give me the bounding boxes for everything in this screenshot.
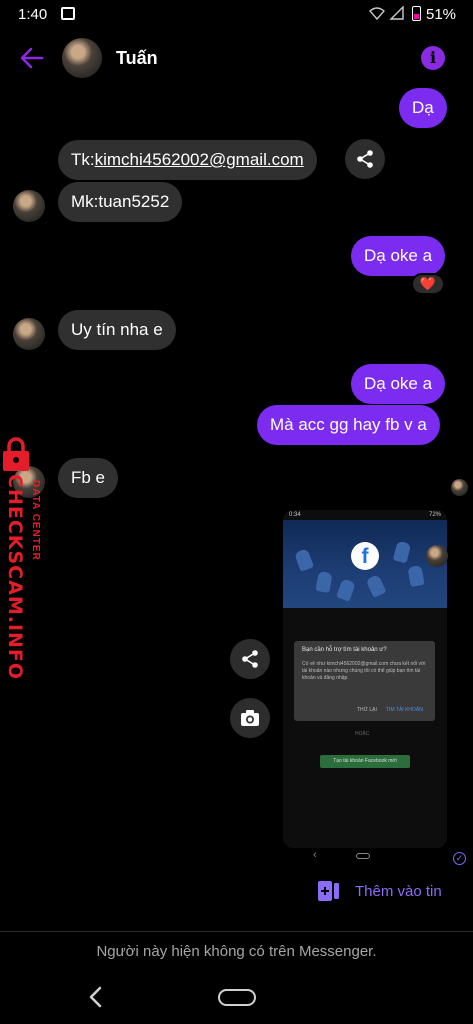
message-outgoing[interactable]: Mà acc gg hay fb v a <box>257 405 440 445</box>
message-text: Dạ <box>412 98 434 117</box>
camera-button[interactable] <box>230 698 270 738</box>
unavailable-notice: Người này hiện không có trên Messenger. <box>96 943 377 960</box>
lock-icon <box>3 437 29 471</box>
wifi-icon <box>369 7 385 20</box>
image-time: 0:34 <box>289 512 301 518</box>
sender-avatar[interactable] <box>13 190 45 222</box>
avatar-image-overlay <box>426 545 448 567</box>
share-button[interactable] <box>345 139 385 179</box>
dialog-find-account: TÌM TÀI KHOẢN <box>386 707 423 713</box>
image-battery: 72% <box>428 512 441 518</box>
message-text: Mà acc gg hay fb v a <box>270 415 427 434</box>
status-time: 1:40 <box>18 6 48 23</box>
find-account-dialog: Bạn cần hỗ trợ tìm tài khoản ư? Có vẻ nh… <box>294 641 435 721</box>
image-home-icon <box>356 853 370 859</box>
info-icon[interactable]: i <box>421 46 445 70</box>
contact-name[interactable]: Tuấn <box>116 48 158 69</box>
message-text: Fb e <box>71 468 106 487</box>
message-text: Dạ oke a <box>364 374 433 393</box>
message-outgoing[interactable]: Dạ oke a <box>351 364 446 404</box>
message-incoming[interactable]: Tk:kimchi4562002@gmail.com <box>58 140 317 180</box>
add-to-story-button[interactable]: Thêm vào tin <box>355 883 442 900</box>
dialog-body: Có vẻ như kimchi4562002@gmail.com chưa k… <box>302 661 426 681</box>
signal-icon <box>389 6 404 20</box>
message-incoming[interactable]: Mk:tuan5252 <box>58 182 183 222</box>
message-outgoing[interactable]: Dạ oke a <box>351 236 446 276</box>
facebook-logo-icon: f <box>351 542 379 570</box>
battery-percent: 51% <box>426 6 457 23</box>
share-button[interactable] <box>230 639 270 679</box>
back-arrow-icon[interactable] <box>18 44 46 72</box>
message-text: Tk: <box>71 150 95 169</box>
dialog-retry: THỬ LẠI <box>357 707 377 713</box>
seen-avatar <box>451 479 468 496</box>
message-text: Dạ oke a <box>364 246 433 265</box>
share-icon <box>357 150 373 168</box>
message-incoming[interactable]: Fb e <box>58 458 119 498</box>
message-outgoing[interactable]: Dạ <box>399 88 447 128</box>
system-home-icon[interactable] <box>218 989 256 1006</box>
contact-avatar[interactable] <box>62 38 102 78</box>
share-icon <box>242 650 258 668</box>
heart-reaction[interactable]: ❤️ <box>411 273 445 295</box>
message-incoming[interactable]: Uy tín nha e <box>58 310 176 350</box>
dialog-title: Bạn cần hỗ trợ tìm tài khoản ư? <box>302 647 387 653</box>
watermark-subtext: DATA CENTER <box>30 480 41 561</box>
email-link[interactable]: kimchi4562002@gmail.com <box>95 150 304 169</box>
or-divider: HOẶC <box>355 731 370 737</box>
status-bar: 1:40 51% <box>0 0 473 30</box>
sender-avatar[interactable] <box>13 318 45 350</box>
battery-icon <box>412 6 421 21</box>
camera-icon <box>241 710 259 726</box>
image-back-icon: ‹ <box>313 849 317 861</box>
attachment-image[interactable]: 0:34 72% f Bạn cần hỗ trợ tìm tài khoản … <box>283 510 447 848</box>
image-status-bar: 0:34 72% <box>283 510 447 520</box>
add-story-icon[interactable] <box>318 881 340 901</box>
divider <box>0 931 473 932</box>
message-text: Mk:tuan5252 <box>71 192 170 211</box>
gallery-icon <box>61 7 75 20</box>
system-back-icon[interactable] <box>86 986 106 1008</box>
sent-check-icon: ✓ <box>453 852 466 865</box>
message-text: Uy tín nha e <box>71 320 163 339</box>
watermark-text: CHECKSCAM.INFO <box>4 474 26 681</box>
create-account-button: Tạo tài khoản Facebook mới <box>320 755 410 768</box>
